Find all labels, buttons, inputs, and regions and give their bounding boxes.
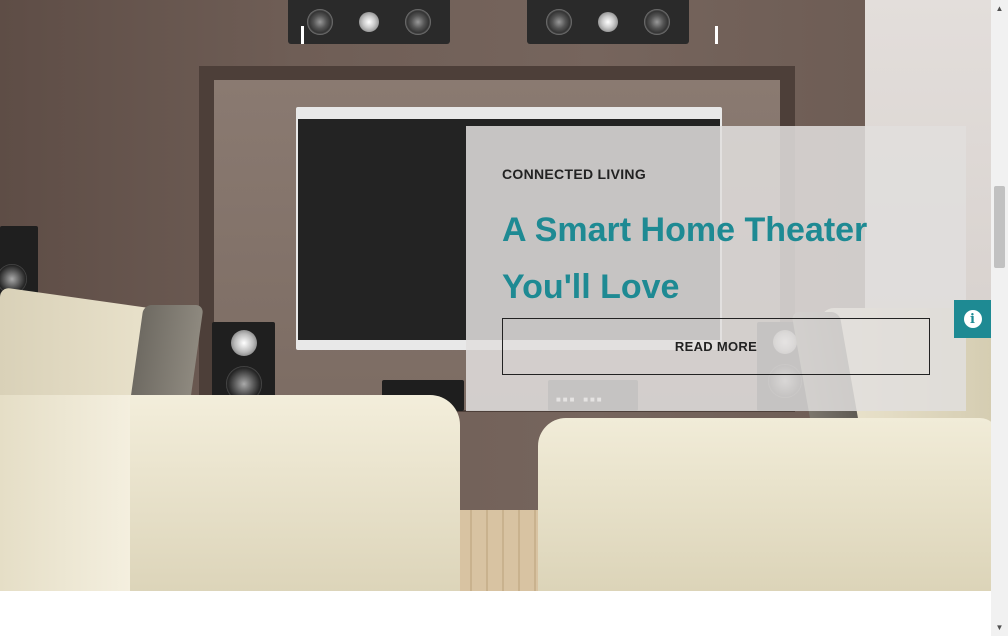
scroll-up-arrow-icon[interactable]: ▲ (991, 0, 1008, 17)
scrollbar-thumb[interactable] (994, 186, 1005, 268)
info-tab-button[interactable]: i (954, 300, 991, 338)
scroll-down-arrow-icon[interactable]: ▼ (991, 619, 1008, 636)
ceiling-speaker-left (288, 0, 450, 44)
read-more-button[interactable]: READ MORE (502, 318, 930, 375)
sofa-left-arm (0, 395, 130, 591)
ceiling-speaker-right (527, 0, 689, 44)
vertical-scrollbar[interactable]: ▲ ▼ (991, 0, 1008, 636)
hero-headline: A Smart Home Theater You'll Love (502, 211, 868, 306)
info-icon: i (963, 310, 982, 328)
hero-card: CONNECTED LIVING A Smart Home Theater Yo… (466, 126, 966, 411)
hero-eyebrow: CONNECTED LIVING (502, 166, 647, 182)
sofa-right (538, 418, 991, 591)
